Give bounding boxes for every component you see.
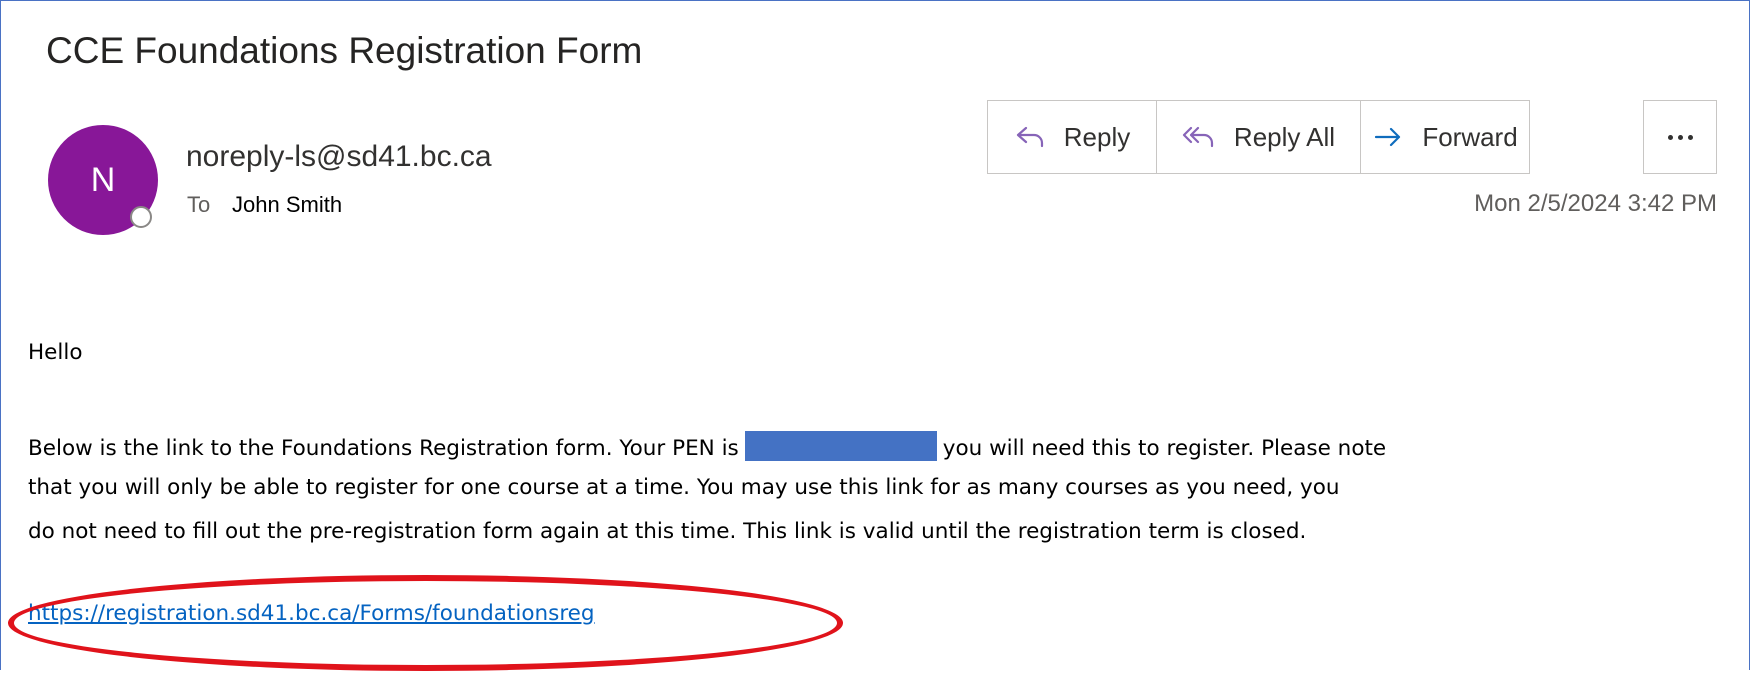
registration-link[interactable]: https://registration.sd41.bc.ca/Forms/fo…	[28, 601, 595, 626]
body-paragraph-line-1: Below is the link to the Foundations Reg…	[28, 431, 1386, 461]
reply-button[interactable]: Reply	[988, 101, 1157, 173]
message-actions-toolbar: Reply Reply All Forward	[987, 100, 1530, 174]
greeting-text: Hello	[28, 340, 83, 365]
to-label: To	[187, 192, 211, 217]
recipient-name[interactable]: John Smith	[232, 192, 342, 218]
reply-arrow-icon	[1014, 124, 1046, 150]
forward-label: Forward	[1422, 121, 1518, 152]
redacted-pen	[744, 431, 937, 461]
forward-button[interactable]: Forward	[1361, 101, 1529, 173]
more-options-icon	[1667, 134, 1673, 140]
presence-status-icon	[130, 206, 152, 228]
body-paragraph-line-3: do not need to fill out the pre-registra…	[28, 519, 1307, 544]
more-options-button[interactable]	[1643, 100, 1717, 174]
reply-all-arrow-icon	[1182, 124, 1216, 150]
body-paragraph-line-2: that you will only be able to register f…	[28, 475, 1340, 500]
body-text-before-pen: Below is the link to the Foundations Reg…	[28, 436, 739, 461]
reply-all-label: Reply All	[1233, 121, 1336, 152]
sender-address[interactable]: noreply-ls@sd41.bc.ca	[186, 140, 492, 174]
reply-label: Reply	[1063, 121, 1131, 152]
email-timestamp: Mon 2/5/2024 3:42 PM	[1474, 190, 1717, 217]
body-text-after-pen: you will need this to register. Please n…	[942, 436, 1387, 461]
email-subject: CCE Foundations Registration Form	[46, 30, 643, 71]
reply-all-button[interactable]: Reply All	[1157, 101, 1361, 173]
avatar-initial: N	[90, 160, 116, 199]
forward-arrow-icon	[1372, 124, 1404, 150]
